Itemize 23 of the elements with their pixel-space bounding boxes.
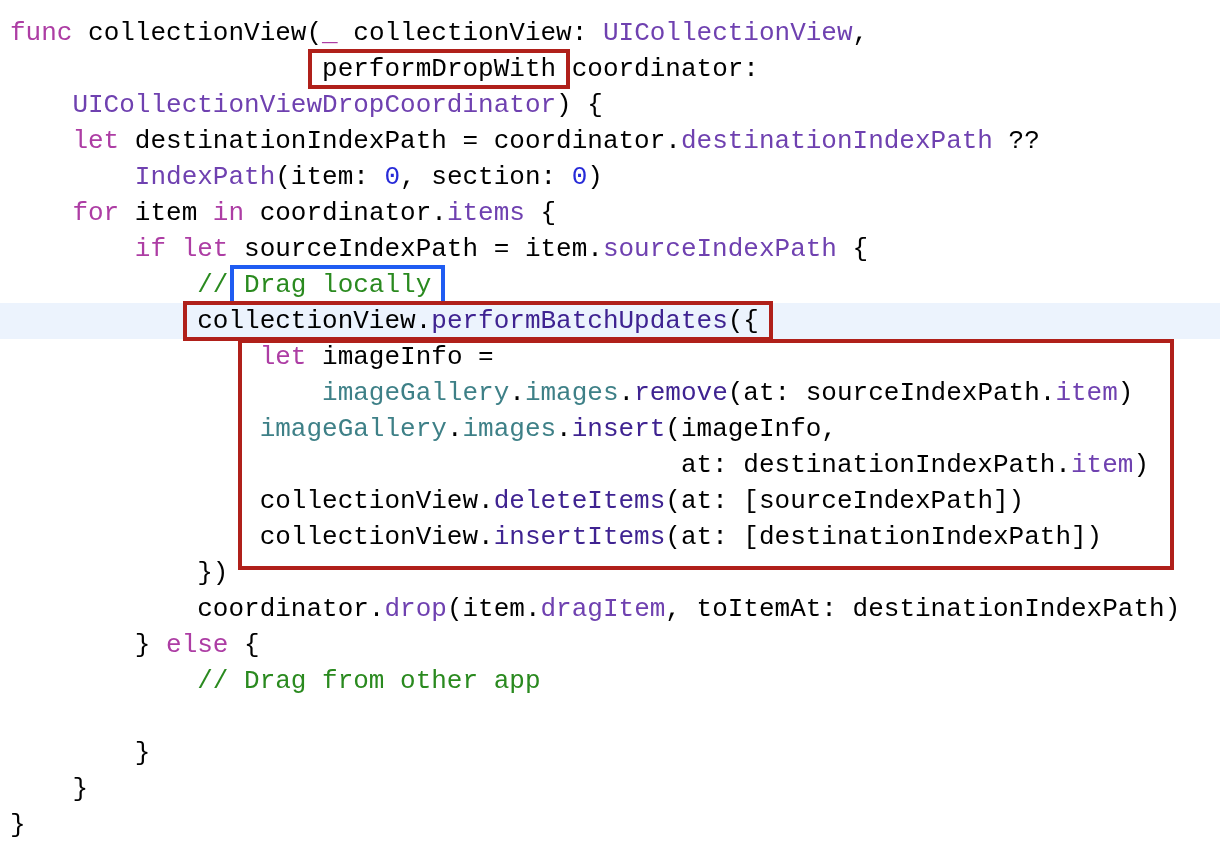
code-line: at: destinationIndexPath.item)	[679, 449, 1150, 482]
code-line: let destinationIndexPath = coordinator.destinationIndexPath ??	[71, 125, 1041, 158]
code-line: imageGallery.images.insert(imageInfo,	[258, 413, 838, 446]
code-line: imageGallery.images.remove(at: sourceIndexPath.item)	[321, 377, 1135, 410]
code-line: } else {	[133, 629, 261, 662]
code-text: //	[196, 270, 230, 300]
code-line: })	[196, 557, 230, 590]
code-text: coordinator:	[570, 54, 759, 84]
code-line: // Drag from other app	[196, 665, 542, 698]
code-line: for item in coordinator.items {	[71, 197, 558, 230]
code-line: }	[71, 773, 89, 806]
annotation-frame: collectionView.performBatchUpdates({	[183, 301, 773, 341]
code-line: }	[10, 809, 27, 842]
code-line: coordinator.drop(item.dragItem, toItemAt: destinationIndexPath)	[196, 593, 1182, 626]
code-line: let imageInfo =	[258, 341, 495, 374]
annotation-frame: performDropWith	[308, 49, 571, 89]
code-line: IndexPath(item: 0, section: 0)	[133, 161, 604, 194]
code-line: collectionView.deleteItems(at: [sourceIndexPath])	[258, 485, 1026, 518]
code-line: }	[133, 737, 152, 770]
code-line: collectionView.insertItems(at: [destinationIndexPath])	[258, 521, 1104, 554]
code-line: if let sourceIndexPath = item.sourceIndexPath {	[133, 233, 870, 266]
code-line: func collectionView(_ collectionView: UICollectionView,	[10, 17, 870, 50]
code-line: UICollectionViewDropCoordinator) {	[71, 89, 604, 122]
